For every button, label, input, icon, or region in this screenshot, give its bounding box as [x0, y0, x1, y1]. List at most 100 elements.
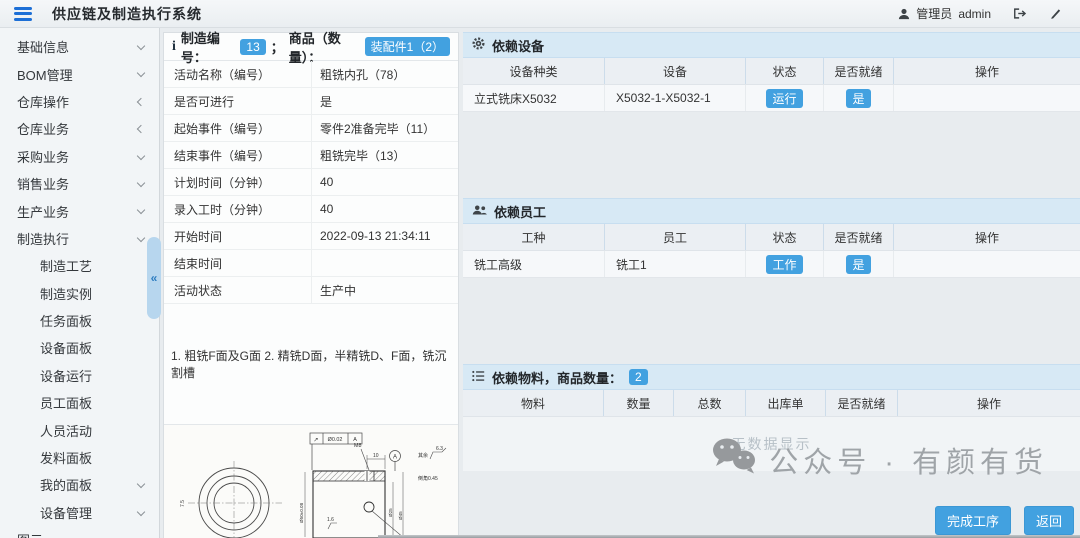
device-table-row[interactable]: 立式铣床X5032 X5032-1-X5032-1 运行 是	[463, 85, 1080, 112]
drawing-others-value: 6.3	[436, 446, 443, 452]
workers-section-title: 依赖员工	[494, 202, 546, 221]
worker-name-cell: 铣工1	[605, 251, 746, 277]
devices-section-header: 依赖设备	[463, 32, 1080, 58]
sidebar-item-equipment-panel[interactable]: 设备面板	[0, 334, 159, 361]
column-header: 总数	[674, 390, 746, 416]
sidebar-item-personnel-activity[interactable]: 人员活动	[0, 416, 159, 443]
sidebar-item-equipment-management[interactable]: 设备管理	[0, 499, 159, 526]
sidebar-item-label: 制造实例	[40, 284, 92, 303]
app-header: 供应链及制造执行系统 管理员 admin	[0, 0, 1080, 28]
form-label: 起始事件（编号）	[164, 115, 312, 141]
sidebar-item-diagram[interactable]: 图示	[0, 526, 159, 538]
form-row: 活动名称（编号）粗铣内孔（78）	[164, 61, 458, 88]
back-button[interactable]: 返回	[1024, 506, 1074, 535]
product-label: 商品（数量）：	[289, 28, 360, 66]
sidebar-item-equipment-running[interactable]: 设备运行	[0, 362, 159, 389]
device-kind-cell: 立式铣床X5032	[463, 85, 605, 111]
chevron-down-icon	[137, 42, 145, 50]
sidebar-item-staff-panel[interactable]: 员工面板	[0, 389, 159, 416]
form-row: 结束时间	[164, 250, 458, 277]
mfg-no-label: 制造编号：	[181, 28, 236, 66]
chevron-left-icon	[137, 125, 145, 133]
sidebar-item-label: 销售业务	[17, 174, 69, 193]
watermark: 公众号 · 有颜有货	[711, 437, 1048, 483]
sidebar-item-manufacturing-execution[interactable]: 制造执行	[0, 225, 159, 252]
column-header: 状态	[746, 224, 824, 250]
ready-badge: 是	[846, 255, 870, 274]
hamburger-menu-icon[interactable]	[14, 7, 32, 21]
sidebar-item-warehouse-operation[interactable]: 仓库操作	[0, 88, 159, 115]
sidebar-item-basic-info[interactable]: 基础信息	[0, 33, 159, 60]
column-header: 操作	[894, 58, 1080, 84]
materials-table-header: 物料 数量 总数 出库单 是否就绪 操作	[463, 390, 1080, 417]
activity-detail-header: i 制造编号： 13 ； 商品（数量）： 装配件1（2）	[164, 33, 458, 61]
sidebar-item-task-panel[interactable]: 任务面板	[0, 307, 159, 334]
ready-badge: 是	[846, 89, 870, 108]
workers-table-header: 工种 员工 状态 是否就绪 操作	[463, 224, 1080, 251]
user-name-label: admin	[958, 7, 991, 21]
sidebar-item-material-issue-panel[interactable]: 发料面板	[0, 444, 159, 471]
drawing-tol-value: Ø0.02	[328, 437, 343, 443]
drawing-dim-right-a: Ø25	[388, 508, 393, 517]
device-name-cell: X5032-1-X5032-1	[605, 85, 746, 111]
chevron-left-icon	[137, 98, 145, 106]
drawing-thread-label: M8	[354, 443, 362, 449]
chevron-down-icon	[137, 151, 145, 159]
form-row: 开始时间2022-09-13 21:34:11	[164, 223, 458, 250]
sidebar-item-label: 基础信息	[17, 37, 69, 56]
sidebar-item-production-business[interactable]: 生产业务	[0, 197, 159, 224]
footer-actions: 完成工序 返回	[935, 506, 1074, 535]
materials-section-title: 依赖物料，商品数量：	[492, 368, 622, 387]
form-label: 开始时间	[164, 223, 312, 249]
people-icon	[472, 204, 487, 219]
sidebar-item-bom-management[interactable]: BOM管理	[0, 60, 159, 87]
sidebar-item-sales-business[interactable]: 销售业务	[0, 170, 159, 197]
mfg-no-badge: 13	[240, 39, 265, 55]
product-badge[interactable]: 装配件1（2）	[365, 37, 450, 56]
sidebar-item-manufacturing-process[interactable]: 制造工艺	[0, 252, 159, 279]
finish-process-button[interactable]: 完成工序	[935, 506, 1011, 535]
sidebar-item-label: 制造工艺	[40, 256, 92, 275]
form-value: 生产中	[312, 277, 458, 303]
sidebar-item-warehouse-business[interactable]: 仓库业务	[0, 115, 159, 142]
sidebar-item-manufacturing-instance[interactable]: 制造实例	[0, 280, 159, 307]
sidebar-item-label: 设备面板	[40, 338, 92, 357]
sidebar-collapse-handle[interactable]: «	[147, 237, 161, 319]
materials-count-badge: 2	[629, 369, 648, 385]
form-value: 粗铣完毕（13）	[312, 142, 458, 168]
sidebar-item-label: 采购业务	[17, 147, 69, 166]
separator: ；	[271, 37, 284, 56]
info-icon: i	[172, 39, 176, 55]
form-label: 结束事件（编号）	[164, 142, 312, 168]
form-label: 是否可进行	[164, 88, 312, 114]
drawing-datum-label: A	[393, 455, 397, 461]
sidebar-item-label: 员工面板	[40, 393, 92, 412]
sidebar-item-label: 发料面板	[40, 448, 92, 467]
drawing-dim-right-b: Ø45	[398, 511, 403, 520]
materials-section-header: 依赖物料，商品数量： 2	[463, 364, 1080, 390]
edit-pen-icon[interactable]	[1049, 7, 1062, 20]
sidebar-item-my-panel[interactable]: 我的面板	[0, 471, 159, 498]
chevron-down-icon	[137, 480, 145, 488]
logout-icon[interactable]	[1013, 7, 1027, 20]
column-header: 员工	[605, 224, 746, 250]
user-avatar-icon	[898, 8, 910, 20]
form-label: 活动名称（编号）	[164, 61, 312, 87]
sidebar-item-purchase-business[interactable]: 采购业务	[0, 143, 159, 170]
form-row: 活动状态生产中	[164, 277, 458, 304]
sidebar-item-label: 图示	[17, 530, 43, 538]
device-status-cell: 运行	[746, 85, 824, 111]
chevron-down-icon	[137, 233, 145, 241]
workers-section-header: 依赖员工	[463, 198, 1080, 224]
activity-detail-panel: i 制造编号： 13 ； 商品（数量）： 装配件1（2） 活动名称（编号）粗铣内…	[163, 32, 459, 538]
sidebar-item-label: 我的面板	[40, 475, 92, 494]
column-header: 操作	[898, 390, 1080, 416]
worker-table-row[interactable]: 铣工高级 铣工1 工作 是	[463, 251, 1080, 278]
wechat-icon	[711, 437, 757, 483]
chevron-down-icon	[137, 206, 145, 214]
sidebar-item-label: 设备运行	[40, 366, 92, 385]
chevron-down-icon	[137, 507, 145, 515]
form-value: 40	[312, 169, 458, 195]
sidebar-item-label: 生产业务	[17, 202, 69, 221]
devices-section-title: 依赖设备	[492, 36, 544, 55]
